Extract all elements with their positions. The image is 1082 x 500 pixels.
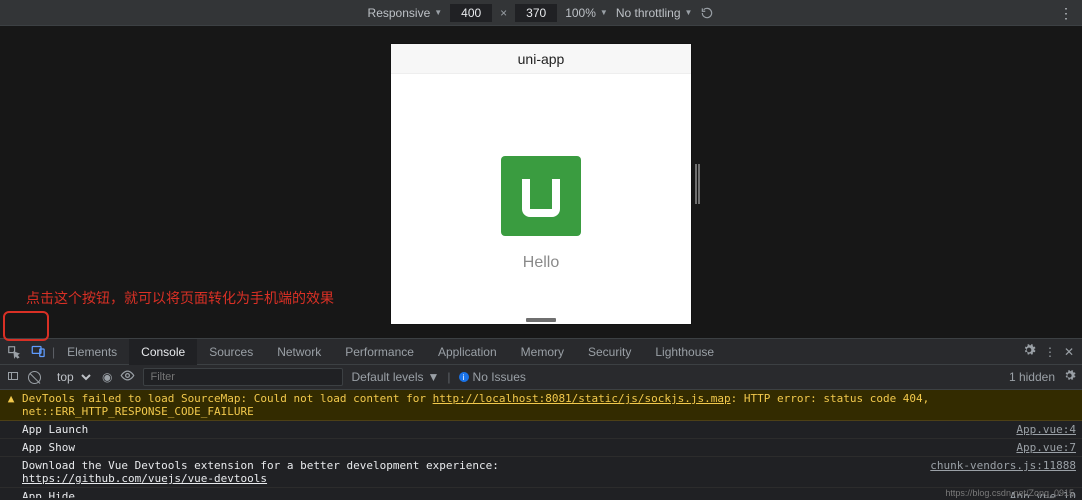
dropdown-icon: ▼ (434, 8, 442, 17)
tab-application[interactable]: Application (426, 339, 509, 365)
dropdown-icon: ▼ (428, 370, 440, 384)
responsive-dropdown[interactable]: Responsive ▼ (368, 6, 443, 20)
throttling-dropdown[interactable]: No throttling ▼ (616, 6, 693, 20)
sidebar-toggle-icon[interactable] (6, 370, 20, 385)
more-icon[interactable]: ⋮ (1044, 345, 1056, 359)
tab-sources[interactable]: Sources (197, 339, 265, 365)
viewport-area: 点击这个按钮，就可以将页面转化为手机端的效果 uni-app Hello (0, 26, 1082, 338)
tab-console[interactable]: Console (129, 339, 197, 365)
page-title: uni-app (391, 44, 691, 74)
log-row[interactable]: ▲ DevTools failed to load SourceMap: Coul… (0, 390, 1082, 421)
issues-button[interactable]: i No Issues (459, 370, 526, 384)
hidden-count[interactable]: 1 hidden (1009, 370, 1055, 384)
device-toolbar: Responsive ▼ × 100% ▼ No throttling ▼ ⋮ (0, 0, 1082, 26)
console-toolbar: top ◉ Default levels ▼ | i No Issues 1 h… (0, 365, 1082, 390)
tab-security[interactable]: Security (576, 339, 643, 365)
responsive-label: Responsive (368, 6, 431, 20)
warning-icon: ▲ (4, 392, 18, 405)
emulated-page: uni-app Hello (391, 44, 691, 324)
tab-memory[interactable]: Memory (509, 339, 576, 365)
uni-app-logo (501, 156, 581, 236)
console-settings-icon[interactable] (1063, 369, 1076, 385)
zoom-dropdown[interactable]: 100% ▼ (565, 6, 608, 20)
throttling-label: No throttling (616, 6, 681, 20)
context-dropdown[interactable]: top (49, 367, 94, 387)
inspect-icon[interactable] (4, 342, 24, 362)
width-input[interactable] (450, 4, 492, 22)
dimension-separator: × (500, 6, 507, 20)
rotate-icon[interactable] (700, 6, 714, 20)
log-link[interactable]: http://localhost:8081/static/js/sockjs.j… (433, 392, 731, 405)
devtools-tab-bar: | ElementsConsoleSourcesNetworkPerforman… (0, 338, 1082, 365)
console-log-area[interactable]: ▲ DevTools failed to load SourceMap: Coul… (0, 390, 1082, 498)
log-source-link[interactable]: App.vue:4 (1006, 423, 1076, 436)
filter-input[interactable] (143, 368, 343, 386)
watermark-url: https://blog.csdn.net/Zong_0915 (945, 488, 1074, 498)
log-link[interactable]: https://github.com/vuejs/vue-devtools (22, 472, 267, 485)
issues-badge-icon: i (459, 372, 469, 382)
close-icon[interactable]: ✕ (1064, 345, 1074, 359)
tab-network[interactable]: Network (265, 339, 333, 365)
tab-performance[interactable]: Performance (333, 339, 426, 365)
frame-resize-handle-right[interactable] (695, 164, 701, 204)
log-row[interactable]: App ShowApp.vue:7 (0, 439, 1082, 457)
log-message: DevTools failed to load SourceMap: Could… (22, 392, 1076, 418)
hello-text: Hello (523, 254, 559, 272)
dropdown-icon: ▼ (600, 8, 608, 17)
clear-console-icon[interactable] (28, 371, 41, 384)
log-levels-dropdown[interactable]: Default levels ▼ (351, 370, 439, 384)
log-message: Download the Vue Devtools extension for … (22, 459, 920, 485)
log-source-link[interactable]: App.vue:7 (1006, 441, 1076, 454)
zoom-label: 100% (565, 6, 596, 20)
context-info-icon[interactable]: ◉ (102, 370, 112, 384)
log-row[interactable]: Download the Vue Devtools extension for … (0, 457, 1082, 488)
log-message: App Show (22, 441, 1006, 454)
log-message: App Launch (22, 423, 1006, 436)
log-source-link[interactable]: chunk-vendors.js:11888 (920, 459, 1076, 472)
height-input[interactable] (515, 4, 557, 22)
tab-elements[interactable]: Elements (55, 339, 129, 365)
log-row[interactable]: App HideApp.vue:10 (0, 488, 1082, 498)
live-expression-icon[interactable] (120, 368, 135, 386)
device-menu-icon[interactable]: ⋮ (1059, 5, 1074, 22)
annotation-text: 点击这个按钮，就可以将页面转化为手机端的效果 (26, 288, 334, 308)
dropdown-icon: ▼ (685, 8, 693, 17)
tab-lighthouse[interactable]: Lighthouse (643, 339, 726, 365)
settings-icon[interactable] (1022, 343, 1036, 360)
log-row[interactable]: App LaunchApp.vue:4 (0, 421, 1082, 439)
log-message: App Hide (22, 490, 1000, 498)
device-toggle-icon[interactable] (28, 342, 48, 362)
frame-resize-handle-bottom[interactable] (526, 318, 556, 322)
page-body: Hello (391, 74, 691, 272)
